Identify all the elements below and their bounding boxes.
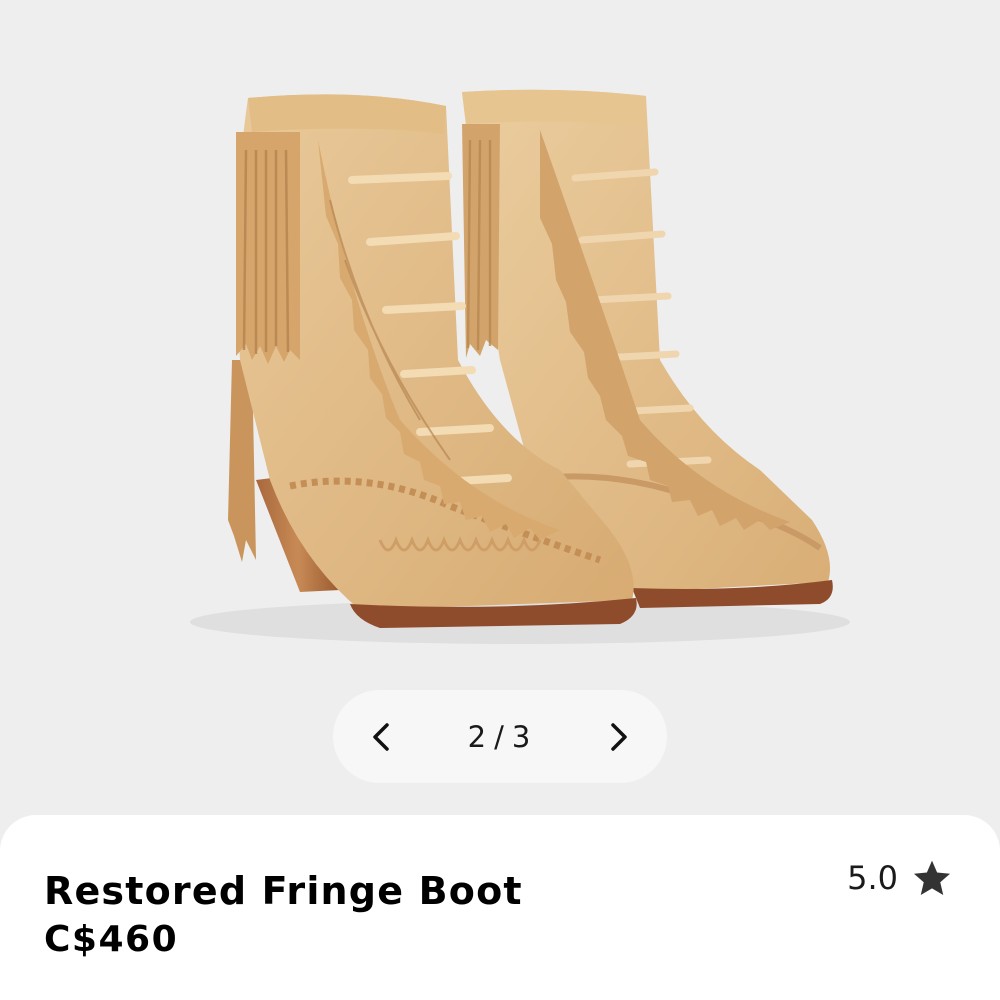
chevron-right-icon — [611, 722, 627, 751]
rating-value: 5.0 — [847, 859, 898, 897]
product-title: Restored Fringe Boot — [44, 869, 523, 913]
next-image-button[interactable] — [599, 717, 639, 757]
chevron-left-icon — [373, 722, 389, 751]
product-price: C$460 — [44, 919, 179, 960]
image-counter-total: 3 — [511, 719, 533, 754]
product-gallery: 2 / 3 — [0, 0, 1000, 840]
prev-image-button[interactable] — [361, 717, 401, 757]
image-counter: 2 / 3 — [465, 720, 536, 754]
product-info-panel: Restored Fringe Boot C$460 5.0 — [0, 815, 1000, 1000]
image-pager: 2 / 3 — [333, 690, 667, 783]
image-counter-current: 2 — [467, 719, 489, 754]
star-icon — [913, 860, 951, 896]
image-counter-separator: / — [494, 719, 506, 754]
product-rating[interactable]: 5.0 — [847, 859, 952, 897]
